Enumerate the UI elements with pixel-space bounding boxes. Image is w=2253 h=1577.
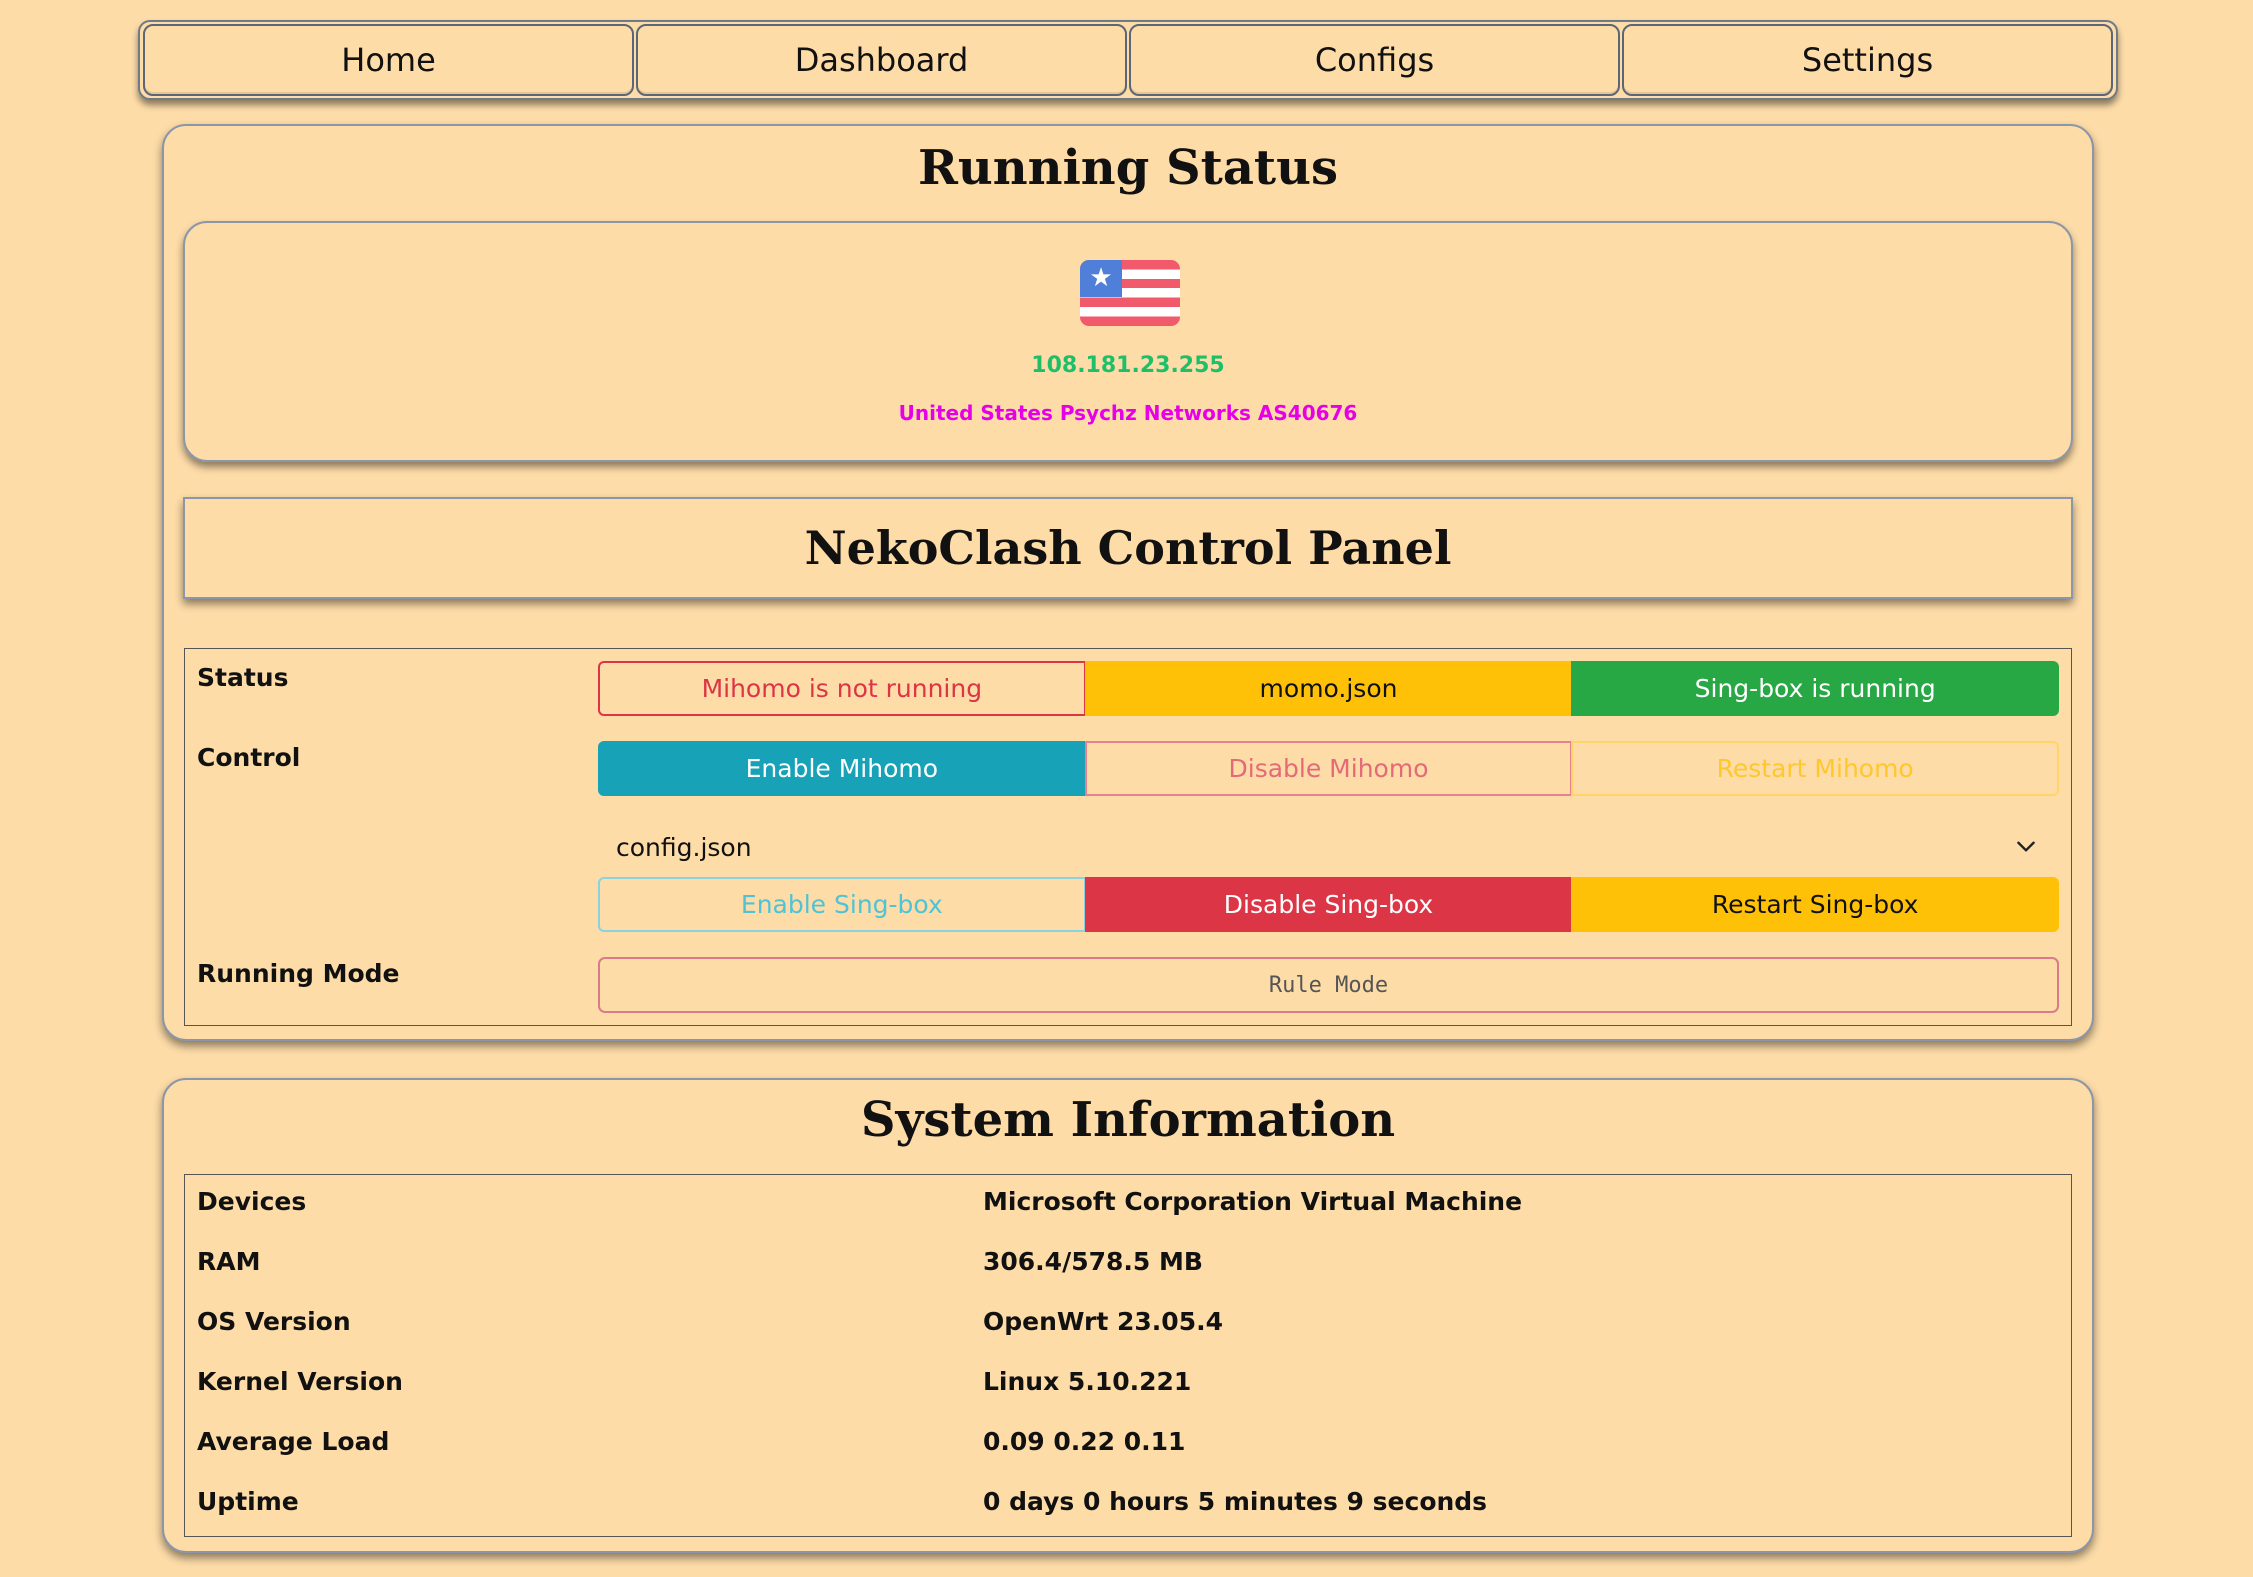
status-group: Mihomo is not running momo.json Sing-box…: [598, 661, 2060, 716]
os-version-value: OpenWrt 23.05.4: [983, 1307, 1223, 1336]
kernel-version-label: Kernel Version: [197, 1367, 403, 1396]
control-panel-title: NekoClash Control Panel: [183, 497, 2073, 599]
table-row: Average Load 0.09 0.22 0.11: [185, 1415, 2071, 1475]
nav-dashboard-button[interactable]: Dashboard: [636, 24, 1127, 96]
restart-singbox-button[interactable]: Restart Sing-box: [1571, 877, 2060, 932]
star-icon: ★: [1080, 260, 1122, 297]
top-nav: Home Dashboard Configs Settings: [138, 20, 2118, 100]
nav-home-button[interactable]: Home: [143, 24, 634, 96]
ip-location: United States Psychz Networks AS40676: [898, 401, 1358, 425]
table-row: Devices Microsoft Corporation Virtual Ma…: [185, 1175, 2071, 1235]
control-table: Status Mihomo is not running momo.json S…: [184, 648, 2072, 1026]
running-status-title: Running Status: [917, 140, 1339, 196]
restart-mihomo-button[interactable]: Restart Mihomo: [1571, 741, 2060, 796]
disable-mihomo-button[interactable]: Disable Mihomo: [1084, 741, 1573, 796]
mihomo-status-badge: Mihomo is not running: [598, 661, 1086, 716]
kernel-version-value: Linux 5.10.221: [983, 1367, 1192, 1396]
system-info-table: Devices Microsoft Corporation Virtual Ma…: [184, 1174, 2072, 1537]
system-info-title: System Information: [860, 1092, 1396, 1148]
average-load-label: Average Load: [197, 1427, 390, 1456]
ram-label: RAM: [197, 1247, 261, 1276]
devices-label: Devices: [197, 1187, 307, 1216]
nav-settings-button[interactable]: Settings: [1622, 24, 2113, 96]
running-mode-label: Running Mode: [197, 959, 400, 988]
os-version-label: OS Version: [197, 1307, 351, 1336]
config-select[interactable]: config.json: [598, 821, 2059, 873]
control-label: Control: [197, 743, 301, 772]
ip-info-box: ★ 108.181.23.255 United States Psychz Ne…: [183, 221, 2073, 462]
uptime-value: 0 days 0 hours 5 minutes 9 seconds: [983, 1487, 1488, 1516]
status-label: Status: [197, 663, 289, 692]
config-status-badge: momo.json: [1084, 661, 1573, 716]
singbox-control-group: Enable Sing-box Disable Sing-box Restart…: [598, 877, 2060, 932]
table-row: Kernel Version Linux 5.10.221: [185, 1355, 2071, 1415]
average-load-value: 0.09 0.22 0.11: [983, 1427, 1186, 1456]
singbox-status-badge: Sing-box is running: [1571, 661, 2060, 716]
disable-singbox-button[interactable]: Disable Sing-box: [1084, 877, 1573, 932]
us-flag-icon: ★: [1080, 260, 1180, 326]
table-row: Uptime 0 days 0 hours 5 minutes 9 second…: [185, 1475, 2071, 1535]
uptime-label: Uptime: [197, 1487, 299, 1516]
config-select-value: config.json: [616, 832, 752, 862]
nav-configs-button[interactable]: Configs: [1129, 24, 1620, 96]
ram-value: 306.4/578.5 MB: [983, 1247, 1203, 1276]
table-row: RAM 306.4/578.5 MB: [185, 1235, 2071, 1295]
mihomo-control-group: Enable Mihomo Disable Mihomo Restart Mih…: [598, 741, 2060, 796]
ip-address: 108.181.23.255: [1031, 353, 1225, 378]
running-mode-field[interactable]: Rule Mode: [598, 957, 2059, 1013]
chevron-down-icon: [2017, 841, 2035, 852]
devices-value: Microsoft Corporation Virtual Machine: [983, 1187, 1523, 1216]
table-row: OS Version OpenWrt 23.05.4: [185, 1295, 2071, 1355]
enable-mihomo-button[interactable]: Enable Mihomo: [598, 741, 1086, 796]
enable-singbox-button[interactable]: Enable Sing-box: [598, 877, 1086, 932]
